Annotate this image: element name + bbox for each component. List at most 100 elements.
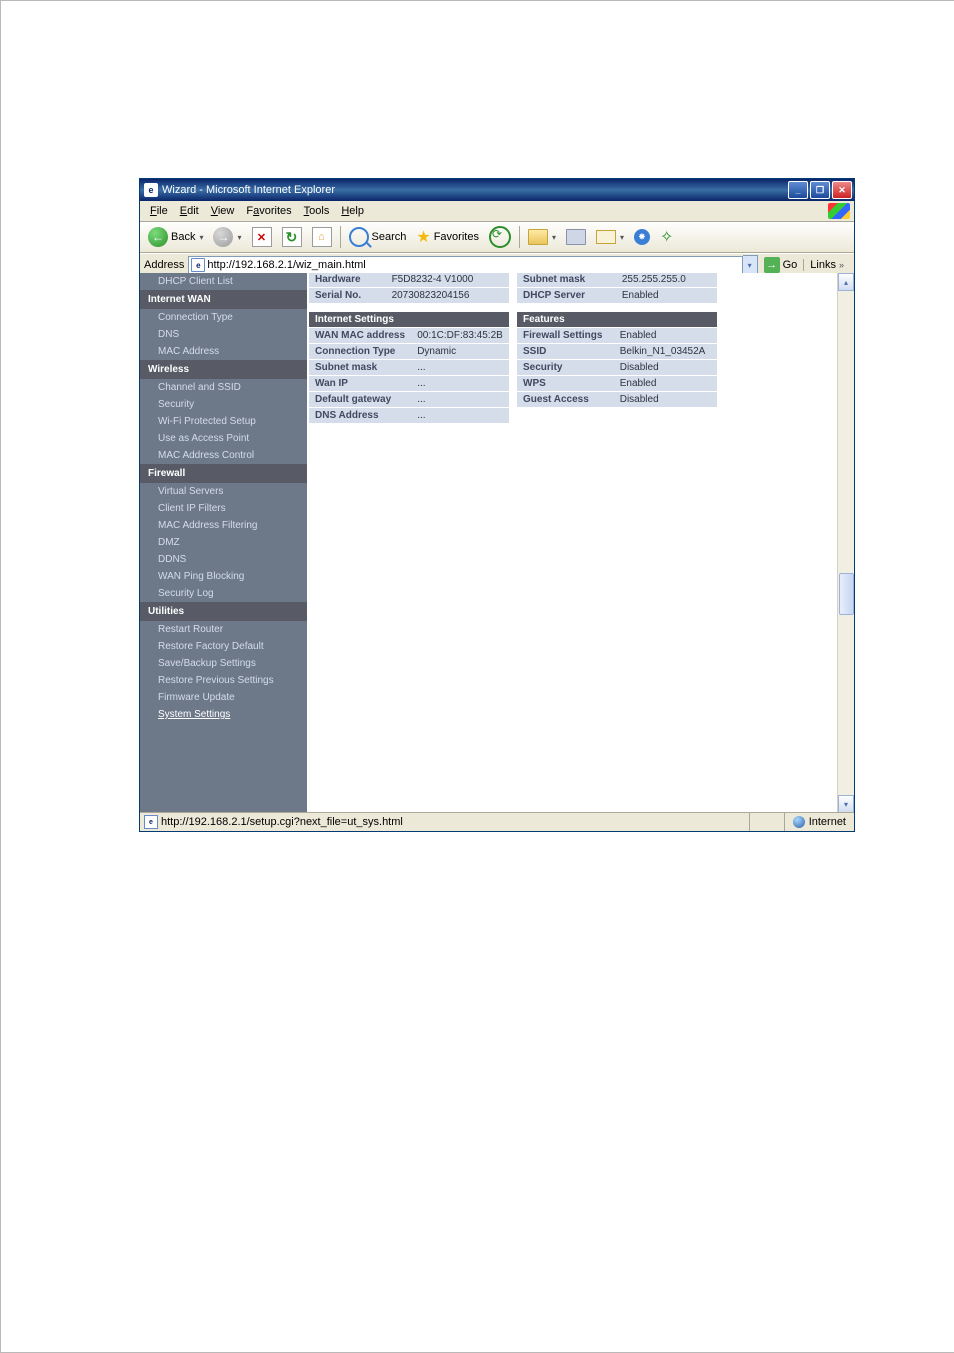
status-page-icon: e: [144, 815, 158, 829]
address-dropdown[interactable]: ▾: [743, 255, 758, 275]
back-button[interactable]: ←Back▾: [144, 225, 207, 249]
refresh-button[interactable]: ↻: [278, 225, 306, 249]
ie-icon: e: [144, 183, 158, 197]
sidebar-item-mac-address[interactable]: MAC Address: [140, 343, 307, 360]
dnsaddr-label: DNS Address: [309, 408, 411, 424]
home-icon: ⌂: [312, 227, 332, 247]
folder-button[interactable]: ▾: [524, 227, 560, 247]
sidebar-item-channel-ssid[interactable]: Channel and SSID: [140, 379, 307, 396]
search-icon: [349, 227, 369, 247]
maximize-button[interactable]: ❐: [810, 181, 830, 199]
address-input[interactable]: [188, 256, 742, 274]
sidebar-sec-internet-wan: Internet WAN: [140, 290, 307, 309]
sidebar-item-dhcp-client-list[interactable]: DHCP Client List: [140, 273, 307, 290]
dnsaddr-value: ...: [411, 408, 509, 424]
conn-type-value: Dynamic: [411, 344, 509, 360]
toolbar: ←Back▾ →▾ ✕ ↻ ⌂ Search ★Favorites ▾ ▾ ⁕ …: [140, 222, 854, 253]
gateway-value: ...: [411, 392, 509, 408]
ssid-label: SSID: [517, 344, 614, 360]
vertical-scrollbar[interactable]: ▴ ▾: [837, 273, 854, 813]
sidebar-item-save-backup[interactable]: Save/Backup Settings: [140, 655, 307, 672]
sidebar-item-virtual-servers[interactable]: Virtual Servers: [140, 483, 307, 500]
conn-type-label: Connection Type: [309, 344, 411, 360]
sidebar-sec-firewall: Firewall: [140, 464, 307, 483]
history-button[interactable]: [485, 224, 515, 250]
sec-label: Security: [517, 360, 614, 376]
mail-button[interactable]: ▾: [592, 228, 628, 246]
stop-button[interactable]: ✕: [248, 225, 276, 249]
firewall-label: Firewall Settings: [517, 328, 614, 344]
sidebar-item-mac-control[interactable]: MAC Address Control: [140, 447, 307, 464]
menu-edit[interactable]: Edit: [174, 203, 205, 219]
favorites-label: Favorites: [434, 231, 479, 243]
forward-icon: →: [213, 227, 233, 247]
star-icon: ★: [416, 227, 430, 247]
sidebar-item-wan-ping[interactable]: WAN Ping Blocking: [140, 568, 307, 585]
internet-settings-table: Internet Settings WAN MAC address00:1C:D…: [309, 311, 509, 423]
dhcp-label: DHCP Server: [517, 288, 616, 304]
menu-help[interactable]: Help: [335, 203, 370, 219]
sec-value: Disabled: [614, 360, 717, 376]
home-button[interactable]: ⌂: [308, 225, 336, 249]
titlebar: e Wizard - Microsoft Internet Explorer _…: [140, 179, 854, 201]
search-button[interactable]: Search: [345, 225, 411, 249]
go-button[interactable]: →Go: [758, 257, 804, 273]
favorites-button[interactable]: ★ Favorites: [412, 225, 483, 249]
sidebar-item-security[interactable]: Security: [140, 396, 307, 413]
links-label: Links: [810, 259, 836, 271]
ssid-value: Belkin_N1_03452A: [614, 344, 717, 360]
forward-button[interactable]: →▾: [209, 225, 245, 249]
window-title: Wizard - Microsoft Internet Explorer: [162, 184, 335, 196]
sidebar-item-connection-type[interactable]: Connection Type: [140, 309, 307, 326]
sidebar-item-use-as-ap[interactable]: Use as Access Point: [140, 430, 307, 447]
messenger-icon: ✧: [660, 227, 673, 247]
sidebar-item-security-log[interactable]: Security Log: [140, 585, 307, 602]
internet-settings-header: Internet Settings: [309, 312, 509, 328]
menu-view[interactable]: View: [205, 203, 241, 219]
wps-value: Enabled: [614, 376, 717, 392]
sidebar-item-restart[interactable]: Restart Router: [140, 621, 307, 638]
hardware-table: HardwareF5D8232-4 V1000 Serial No.207308…: [309, 273, 509, 303]
menu-file[interactable]: File: [144, 203, 174, 219]
stop-icon: ✕: [252, 227, 272, 247]
bluetooth-button[interactable]: ⁕: [630, 227, 654, 247]
go-label: Go: [783, 259, 798, 271]
sidebar-item-dns[interactable]: DNS: [140, 326, 307, 343]
sidebar-item-mac-filtering[interactable]: MAC Address Filtering: [140, 517, 307, 534]
scroll-up-button[interactable]: ▴: [838, 273, 854, 291]
history-icon: [489, 226, 511, 248]
menu-tools[interactable]: Tools: [298, 203, 336, 219]
sidebar-item-dmz[interactable]: DMZ: [140, 534, 307, 551]
sidebar-item-client-ip-filters[interactable]: Client IP Filters: [140, 500, 307, 517]
subnet-label: Subnet mask: [309, 360, 411, 376]
print-button[interactable]: [562, 227, 590, 247]
menubar: File Edit View Favorites Tools Help: [140, 201, 854, 222]
messenger-button[interactable]: ✧: [656, 225, 677, 249]
wanip-label: Wan IP: [309, 376, 411, 392]
minimize-button[interactable]: _: [788, 181, 808, 199]
serial-label: Serial No.: [309, 288, 386, 304]
status-url: http://192.168.2.1/setup.cgi?next_file=u…: [161, 816, 403, 828]
close-button[interactable]: ✕: [832, 181, 852, 199]
lan-subnet-value: 255.255.255.0: [616, 273, 717, 288]
wan-mac-value: 00:1C:DF:83:45:2B: [411, 328, 509, 344]
sidebar-item-restore-prev[interactable]: Restore Previous Settings: [140, 672, 307, 689]
menu-favorites[interactable]: Favorites: [240, 203, 297, 219]
sidebar-item-system-settings[interactable]: System Settings: [140, 706, 307, 723]
sidebar-item-restore-default[interactable]: Restore Factory Default: [140, 638, 307, 655]
back-label: Back: [171, 231, 195, 243]
status-zone: Internet: [784, 813, 854, 831]
wps-label: WPS: [517, 376, 614, 392]
dhcp-value: Enabled: [616, 288, 717, 304]
links-button[interactable]: Links»: [803, 259, 850, 271]
sidebar-sec-utilities: Utilities: [140, 602, 307, 621]
refresh-icon: ↻: [282, 227, 302, 247]
sidebar-item-wps[interactable]: Wi-Fi Protected Setup: [140, 413, 307, 430]
status-zone-label: Internet: [809, 816, 846, 828]
hardware-value: F5D8232-4 V1000: [386, 273, 509, 288]
sidebar-item-firmware[interactable]: Firmware Update: [140, 689, 307, 706]
sidebar-item-ddns[interactable]: DDNS: [140, 551, 307, 568]
scroll-down-button[interactable]: ▾: [838, 795, 854, 813]
lan-subnet-label: Subnet mask: [517, 273, 616, 288]
scroll-thumb[interactable]: [839, 573, 854, 615]
